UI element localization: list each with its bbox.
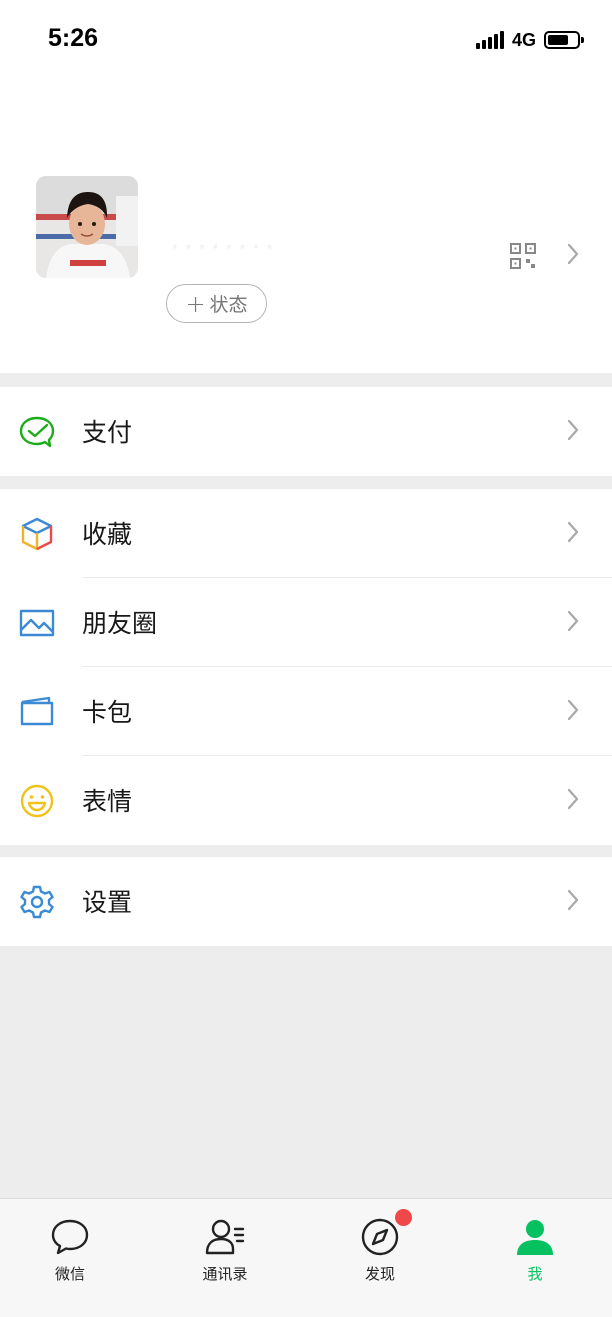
compass-icon bbox=[360, 1209, 412, 1257]
menu-label-moments: 朋友圈 bbox=[82, 609, 158, 638]
status-indicators: 4G bbox=[475, 28, 584, 52]
menu-item-settings[interactable]: 设置 bbox=[0, 857, 612, 946]
chat-bubble-icon bbox=[50, 1217, 90, 1257]
tab-discover[interactable]: 发现 bbox=[330, 1209, 430, 1284]
profile-name-obscured: ········ bbox=[170, 230, 279, 265]
contacts-icon bbox=[205, 1217, 245, 1257]
menu-label-cards: 卡包 bbox=[82, 698, 133, 727]
menu-item-stickers[interactable]: 表情 bbox=[0, 756, 612, 845]
tab-me[interactable]: 我 bbox=[485, 1217, 585, 1284]
chevron-right-icon bbox=[566, 699, 580, 725]
chevron-right-icon bbox=[566, 788, 580, 814]
gear-icon bbox=[19, 884, 55, 920]
tab-label-chats: 微信 bbox=[54, 1265, 85, 1283]
profile-header[interactable]: ········ + 状态 bbox=[0, 80, 612, 373]
smiley-icon bbox=[19, 783, 55, 819]
tab-label-discover: 发现 bbox=[364, 1265, 395, 1283]
status-button-label: 状态 bbox=[209, 294, 248, 316]
status-bar: 5:26 4G bbox=[0, 0, 612, 80]
menu-item-favorites[interactable]: 收藏 bbox=[0, 489, 612, 578]
menu-group-main: 收藏 朋友圈 卡包 表情 bbox=[0, 489, 612, 845]
menu-group-settings: 设置 bbox=[0, 857, 612, 946]
card-icon bbox=[19, 694, 55, 730]
cube-icon bbox=[19, 516, 55, 552]
chevron-right-icon bbox=[566, 889, 580, 915]
menu-label-stickers: 表情 bbox=[82, 787, 133, 816]
menu-label-favorites: 收藏 bbox=[82, 520, 133, 549]
add-status-button[interactable]: + 状态 bbox=[166, 284, 267, 323]
chevron-right-icon bbox=[566, 610, 580, 636]
tab-contacts[interactable]: 通讯录 bbox=[175, 1217, 275, 1284]
network-type: 4G bbox=[511, 29, 536, 50]
tab-bar: 微信 通讯录 发现 我 bbox=[0, 1198, 612, 1317]
avatar[interactable] bbox=[36, 176, 138, 278]
menu-label-pay: 支付 bbox=[82, 418, 133, 447]
menu-item-cards[interactable]: 卡包 bbox=[0, 667, 612, 756]
tab-label-contacts: 通讯录 bbox=[202, 1265, 248, 1283]
menu-label-settings: 设置 bbox=[82, 888, 133, 917]
wallet-check-icon bbox=[19, 414, 55, 450]
signal-icon bbox=[475, 31, 504, 49]
qr-code-icon[interactable] bbox=[510, 243, 536, 269]
chevron-right-icon bbox=[566, 419, 580, 445]
menu-item-moments[interactable]: 朋友圈 bbox=[0, 578, 612, 667]
chevron-right-icon bbox=[566, 243, 580, 269]
notification-badge bbox=[395, 1209, 412, 1226]
menu-item-pay[interactable]: 支付 bbox=[0, 387, 612, 476]
tab-label-me: 我 bbox=[527, 1265, 543, 1283]
person-icon bbox=[515, 1217, 555, 1257]
tab-chats[interactable]: 微信 bbox=[20, 1217, 120, 1284]
chevron-right-icon bbox=[566, 521, 580, 547]
status-time: 5:26 bbox=[48, 24, 99, 52]
plus-icon: + bbox=[185, 289, 206, 318]
picture-icon bbox=[19, 605, 55, 641]
battery-icon bbox=[544, 31, 584, 49]
menu-group-pay: 支付 bbox=[0, 387, 612, 476]
